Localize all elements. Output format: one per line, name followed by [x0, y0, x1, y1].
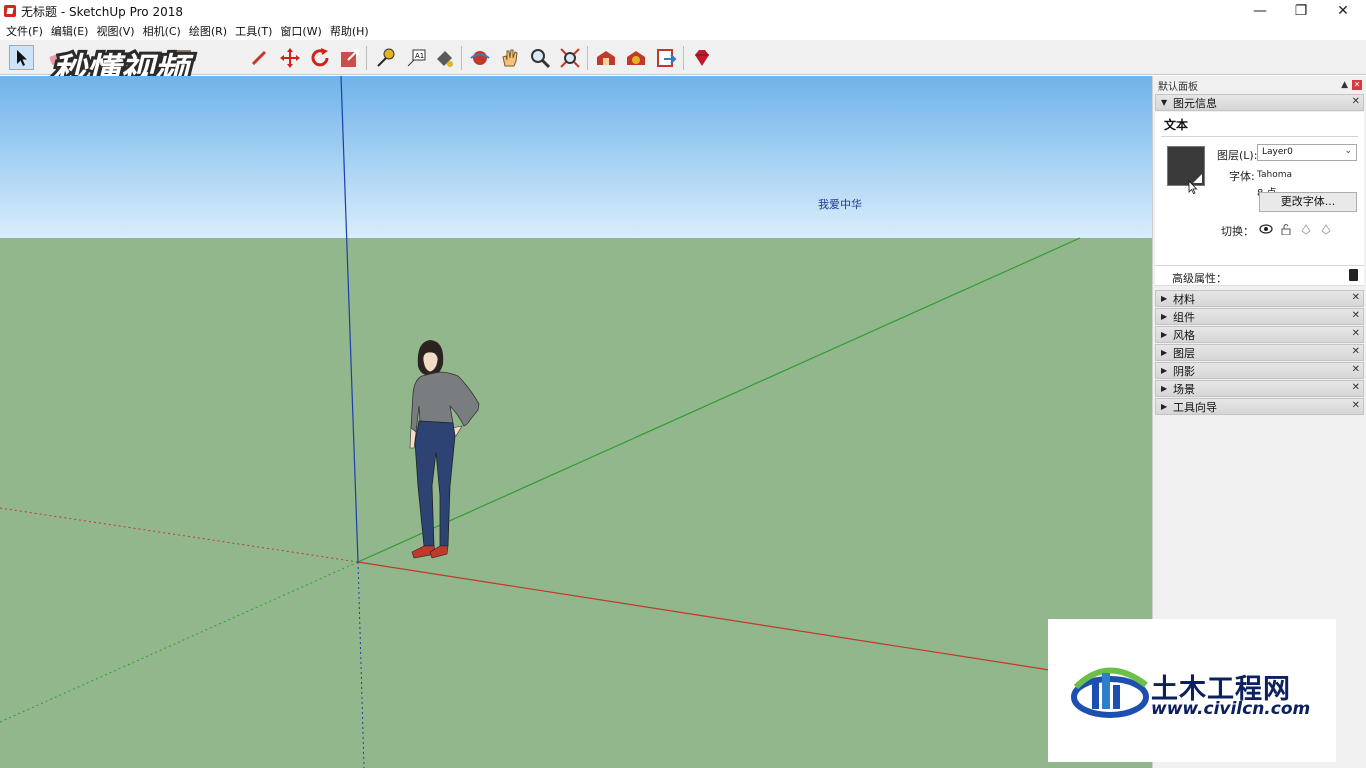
menu-bar: 文件(F) 编辑(E) 视图(V) 相机(C) 绘图(R) 工具(T) 窗口(W… — [0, 22, 1366, 40]
change-font-button[interactable]: 更改字体... — [1259, 192, 1357, 212]
tray-styles[interactable]: ▶ 风格 ✕ — [1155, 326, 1364, 343]
panel-close-icon[interactable]: ✕ — [1352, 80, 1362, 90]
watermark-url: www.civilcn.com — [1151, 699, 1311, 719]
ruby-console-icon[interactable] — [689, 45, 714, 70]
orbit-icon[interactable] — [467, 45, 492, 70]
pan-icon[interactable] — [497, 45, 522, 70]
advanced-attributes-row: 高级属性： — [1155, 266, 1364, 286]
divider — [1161, 136, 1358, 137]
tape-measure-icon[interactable] — [372, 45, 397, 70]
scene-text-label[interactable]: 我爱中华 — [818, 196, 862, 212]
panel-title-bar: 默认面板 ▲ ✕ — [1153, 76, 1366, 94]
sky — [0, 76, 1152, 238]
modeling-viewport[interactable]: 我爱中华 — [0, 76, 1152, 768]
tray-scenes[interactable]: ▶ 场景 ✕ — [1155, 380, 1364, 397]
zoom-extents-icon[interactable] — [557, 45, 582, 70]
entity-type-label: 文本 — [1164, 118, 1189, 132]
menu-help[interactable]: 帮助(H) — [326, 23, 373, 39]
select-arrow-icon[interactable] — [9, 45, 34, 70]
tray-close-icon[interactable]: ✕ — [1352, 400, 1360, 411]
tray-close-icon[interactable]: ✕ — [1352, 328, 1360, 339]
lock-icon[interactable] — [1279, 222, 1293, 236]
site-watermark: 土木工程网 www.civilcn.com — [1048, 619, 1336, 762]
tray-close-icon[interactable]: ✕ — [1352, 382, 1360, 393]
expand-arrow-icon: ▶ — [1161, 384, 1168, 393]
expand-arrow-icon: ▶ — [1161, 294, 1168, 303]
menu-draw[interactable]: 绘图(R) — [185, 23, 231, 39]
tray-label: 风格 — [1173, 328, 1195, 342]
ground — [0, 238, 1152, 768]
tray-label: 场景 — [1173, 382, 1195, 396]
toggle-label: 切换： — [1221, 225, 1254, 238]
layer-dropdown-value: Layer0 — [1262, 147, 1293, 157]
title-bar: 无标题 - SketchUp Pro 2018 — ❐ ✕ — [0, 0, 1366, 22]
expand-arrow-icon: ▶ — [1161, 348, 1168, 357]
tray-label: 阴影 — [1173, 364, 1195, 378]
cast-shadows-icon[interactable] — [1319, 222, 1333, 236]
tray-label: 图层 — [1173, 346, 1195, 360]
collapse-arrow-icon: ▼ — [1161, 98, 1168, 107]
tray-entity-info[interactable]: ▼ 图元信息 ✕ — [1155, 94, 1364, 111]
tray-materials[interactable]: ▶ 材料 ✕ — [1155, 290, 1364, 307]
expand-arrow-icon: ▶ — [1161, 402, 1168, 411]
expand-arrow-icon: ▶ — [1161, 312, 1168, 321]
rotate-icon[interactable] — [307, 45, 332, 70]
pin-icon[interactable]: ▲ — [1341, 80, 1348, 90]
menu-camera[interactable]: 相机(C) — [139, 23, 185, 39]
expand-arrow-icon: ▶ — [1161, 366, 1168, 375]
material-swatch[interactable] — [1167, 146, 1205, 186]
tray-close-icon[interactable]: ✕ — [1352, 346, 1360, 357]
watermark-globe-icon — [1071, 667, 1149, 718]
toolbar-separator — [461, 46, 462, 70]
extension-warehouse-icon[interactable] — [623, 45, 648, 70]
tray-layers[interactable]: ▶ 图层 ✕ — [1155, 344, 1364, 361]
tray-close-icon[interactable]: ✕ — [1352, 364, 1360, 375]
toolbar-separator — [587, 46, 588, 70]
menu-file[interactable]: 文件(F) — [2, 23, 47, 39]
close-button[interactable]: ✕ — [1322, 0, 1364, 22]
font-value: Tahoma — [1257, 170, 1293, 180]
toolbar-separator — [366, 46, 367, 70]
minimize-button[interactable]: — — [1239, 0, 1281, 22]
panel-title: 默认面板 — [1158, 81, 1198, 93]
advanced-attributes-label: 高级属性： — [1172, 272, 1227, 285]
send-to-layout-icon[interactable] — [653, 45, 678, 70]
expand-arrow-icon: ▶ — [1161, 330, 1168, 339]
visibility-eye-icon[interactable] — [1259, 222, 1273, 236]
tray-entity-info-label: 图元信息 — [1173, 96, 1217, 110]
chevron-down-icon: ⌄ — [1344, 146, 1352, 156]
tray-components[interactable]: ▶ 组件 ✕ — [1155, 308, 1364, 325]
paint-bucket-icon[interactable] — [431, 45, 456, 70]
menu-window[interactable]: 窗口(W) — [276, 23, 325, 39]
tray-instructor[interactable]: ▶ 工具向导 ✕ — [1155, 398, 1364, 415]
tray-close-icon[interactable]: ✕ — [1352, 96, 1360, 107]
warehouse-icon[interactable] — [593, 45, 618, 70]
menu-edit[interactable]: 编辑(E) — [47, 23, 93, 39]
window-title: 无标题 - SketchUp Pro 2018 — [21, 4, 183, 19]
tray-label: 工具向导 — [1173, 400, 1217, 414]
menu-view[interactable]: 视图(V) — [92, 23, 138, 39]
move-icon[interactable] — [277, 45, 302, 70]
menu-tools[interactable]: 工具(T) — [231, 23, 276, 39]
receive-shadows-icon[interactable] — [1299, 222, 1313, 236]
zoom-icon[interactable] — [527, 45, 552, 70]
tray-label: 组件 — [1173, 310, 1195, 324]
svg-text:A1: A1 — [415, 52, 424, 60]
toolbar-separator — [683, 46, 684, 70]
tray-close-icon[interactable]: ✕ — [1352, 292, 1360, 303]
entity-info-body: 文本 图层(L): Layer0 ⌄ 字体: Tahoma 8 点 更改字体..… — [1155, 112, 1364, 266]
layer-label: 图层(L): — [1217, 149, 1258, 162]
tray-label: 材料 — [1173, 292, 1195, 306]
tray-close-icon[interactable]: ✕ — [1352, 310, 1360, 321]
sketchup-app-icon — [4, 5, 16, 17]
text-tool-icon[interactable]: A1 — [403, 45, 428, 70]
advanced-attributes-icon[interactable] — [1349, 269, 1358, 281]
font-label: 字体: — [1229, 170, 1255, 183]
tray-shadows[interactable]: ▶ 阴影 ✕ — [1155, 362, 1364, 379]
layer-dropdown[interactable]: Layer0 ⌄ — [1257, 144, 1357, 161]
restore-button[interactable]: ❐ — [1280, 0, 1322, 22]
mouse-cursor-icon — [1188, 180, 1198, 194]
scale-icon[interactable] — [337, 45, 362, 70]
